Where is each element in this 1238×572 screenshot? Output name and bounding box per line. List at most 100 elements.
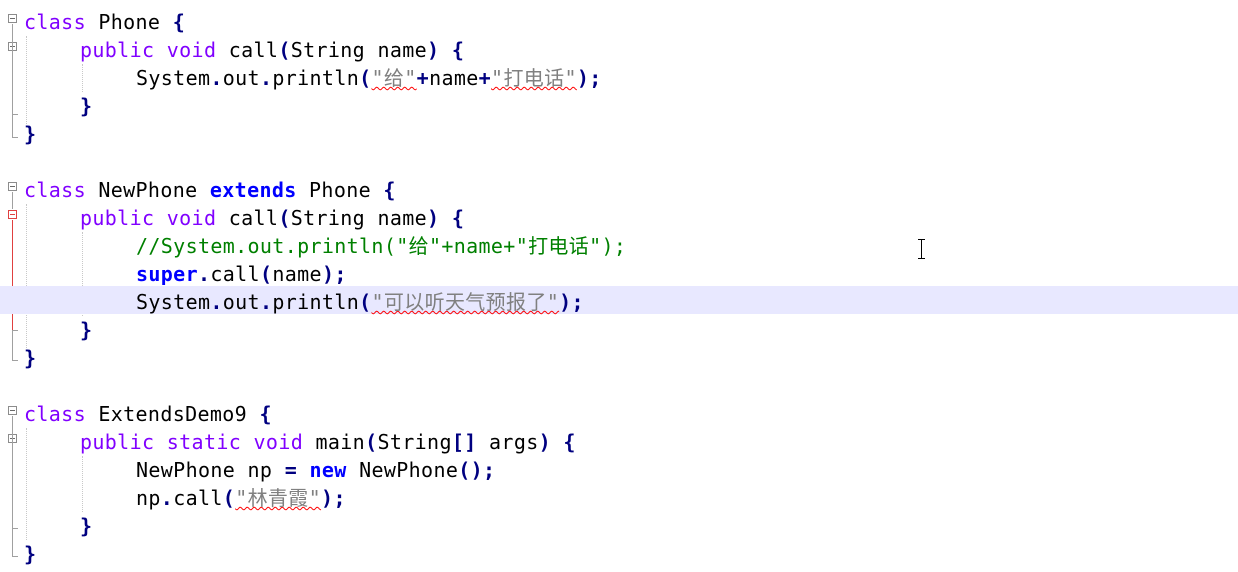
paren: )	[576, 66, 590, 90]
keyword: void	[166, 38, 217, 62]
string-literal: "给"	[371, 66, 417, 90]
brace: }	[24, 542, 37, 566]
brackets: []	[451, 430, 477, 454]
paren: )	[321, 262, 335, 286]
code-line[interactable]: }	[0, 90, 1238, 118]
operator: +	[478, 66, 492, 90]
paren: (	[278, 38, 291, 62]
code-line[interactable]: np.call("林青霞");	[0, 482, 1238, 510]
paren: (	[222, 486, 236, 510]
keyword: void	[166, 206, 217, 230]
keyword: new	[309, 458, 347, 482]
code-text: public static void main(String[] args) {	[80, 430, 576, 454]
semicolon: ;	[333, 486, 346, 510]
identifier: String name	[290, 38, 428, 62]
paren: )	[559, 290, 572, 314]
string-literal: "可以听天气预报了"	[371, 290, 560, 314]
identifier: System	[136, 66, 211, 90]
operator: =	[284, 458, 298, 482]
paren: (	[359, 66, 372, 90]
identifier: name	[272, 262, 322, 286]
brace: }	[24, 346, 37, 370]
keyword: static	[166, 430, 242, 454]
code-editor[interactable]: class Phone { public void call(String na…	[0, 0, 1238, 572]
code-text: super.call(name);	[136, 262, 347, 286]
keyword: super	[136, 262, 198, 286]
code-text: System.out.println("给"+name+"打电话");	[136, 66, 602, 90]
paren: ()	[458, 458, 484, 482]
current-code-line[interactable]: System.out.println("可以听天气预报了");	[0, 286, 1238, 314]
brace: }	[80, 514, 93, 538]
code-text: np.call("林青霞");	[136, 486, 346, 510]
identifier: System	[136, 290, 211, 314]
code-text: }	[80, 514, 92, 538]
brace: }	[80, 318, 93, 342]
code-text: System.out.println("可以听天气预报了");	[136, 290, 584, 314]
operator: .	[160, 486, 174, 510]
code-text: }	[80, 318, 92, 342]
code-text: class Phone {	[24, 10, 185, 34]
code-line[interactable]: }	[0, 314, 1238, 342]
code-line[interactable]: class ExtendsDemo9 {	[0, 398, 1238, 426]
code-text: }	[24, 542, 36, 566]
identifier: args	[476, 430, 539, 454]
operator: .	[210, 66, 223, 90]
paren: (	[365, 430, 378, 454]
code-text: class ExtendsDemo9 {	[24, 402, 272, 426]
brace: {	[563, 430, 576, 454]
identifier: Phone	[85, 10, 173, 34]
identifier: out	[222, 66, 260, 90]
identifier: out	[222, 290, 260, 314]
identifier: call	[216, 38, 279, 62]
code-line[interactable]: public void call(String name) {	[0, 202, 1238, 230]
code-text: NewPhone np = new NewPhone();	[136, 458, 495, 482]
paren: )	[427, 38, 440, 62]
paren: )	[427, 206, 440, 230]
identifier: ExtendsDemo9	[85, 402, 260, 426]
paren: (	[359, 290, 372, 314]
semicolon: ;	[571, 290, 584, 314]
brace: {	[383, 178, 396, 202]
code-text: }	[80, 94, 92, 118]
paren: )	[321, 486, 334, 510]
semicolon: ;	[589, 66, 602, 90]
code-line[interactable]: public static void main(String[] args) {	[0, 426, 1238, 454]
code-line[interactable]: //System.out.println("给"+name+"打电话");	[0, 230, 1238, 258]
keyword: void	[253, 430, 304, 454]
operator: .	[259, 66, 273, 90]
keyword: public	[80, 206, 155, 230]
identifier: Phone	[296, 178, 384, 202]
identifier: call	[216, 206, 279, 230]
keyword: extends	[209, 178, 297, 202]
identifier: NewPhone np	[136, 458, 285, 482]
code-line[interactable]: }	[0, 118, 1238, 146]
brace: {	[172, 10, 186, 34]
code-line[interactable]: }	[0, 342, 1238, 370]
code-line[interactable]: class Phone {	[0, 6, 1238, 34]
code-line[interactable]: public void call(String name) {	[0, 34, 1238, 62]
keyword: class	[24, 10, 86, 34]
keyword: class	[24, 178, 86, 202]
brace: {	[451, 38, 465, 62]
code-line[interactable]: super.call(name);	[0, 258, 1238, 286]
code-line[interactable]: }	[0, 538, 1238, 566]
text-ibeam-cursor-icon	[916, 238, 928, 260]
code-line[interactable]: }	[0, 510, 1238, 538]
code-line[interactable]: class NewPhone extends Phone {	[0, 174, 1238, 202]
identifier: call	[173, 486, 223, 510]
operator: .	[197, 262, 211, 286]
code-line[interactable]: System.out.println("给"+name+"打电话");	[0, 62, 1238, 90]
identifier: NewPhone	[85, 178, 210, 202]
brace: {	[451, 206, 465, 230]
identifier: NewPhone	[346, 458, 459, 482]
identifier: np	[136, 486, 161, 510]
code-line[interactable]: NewPhone np = new NewPhone();	[0, 454, 1238, 482]
code-text: public void call(String name) {	[80, 206, 464, 230]
